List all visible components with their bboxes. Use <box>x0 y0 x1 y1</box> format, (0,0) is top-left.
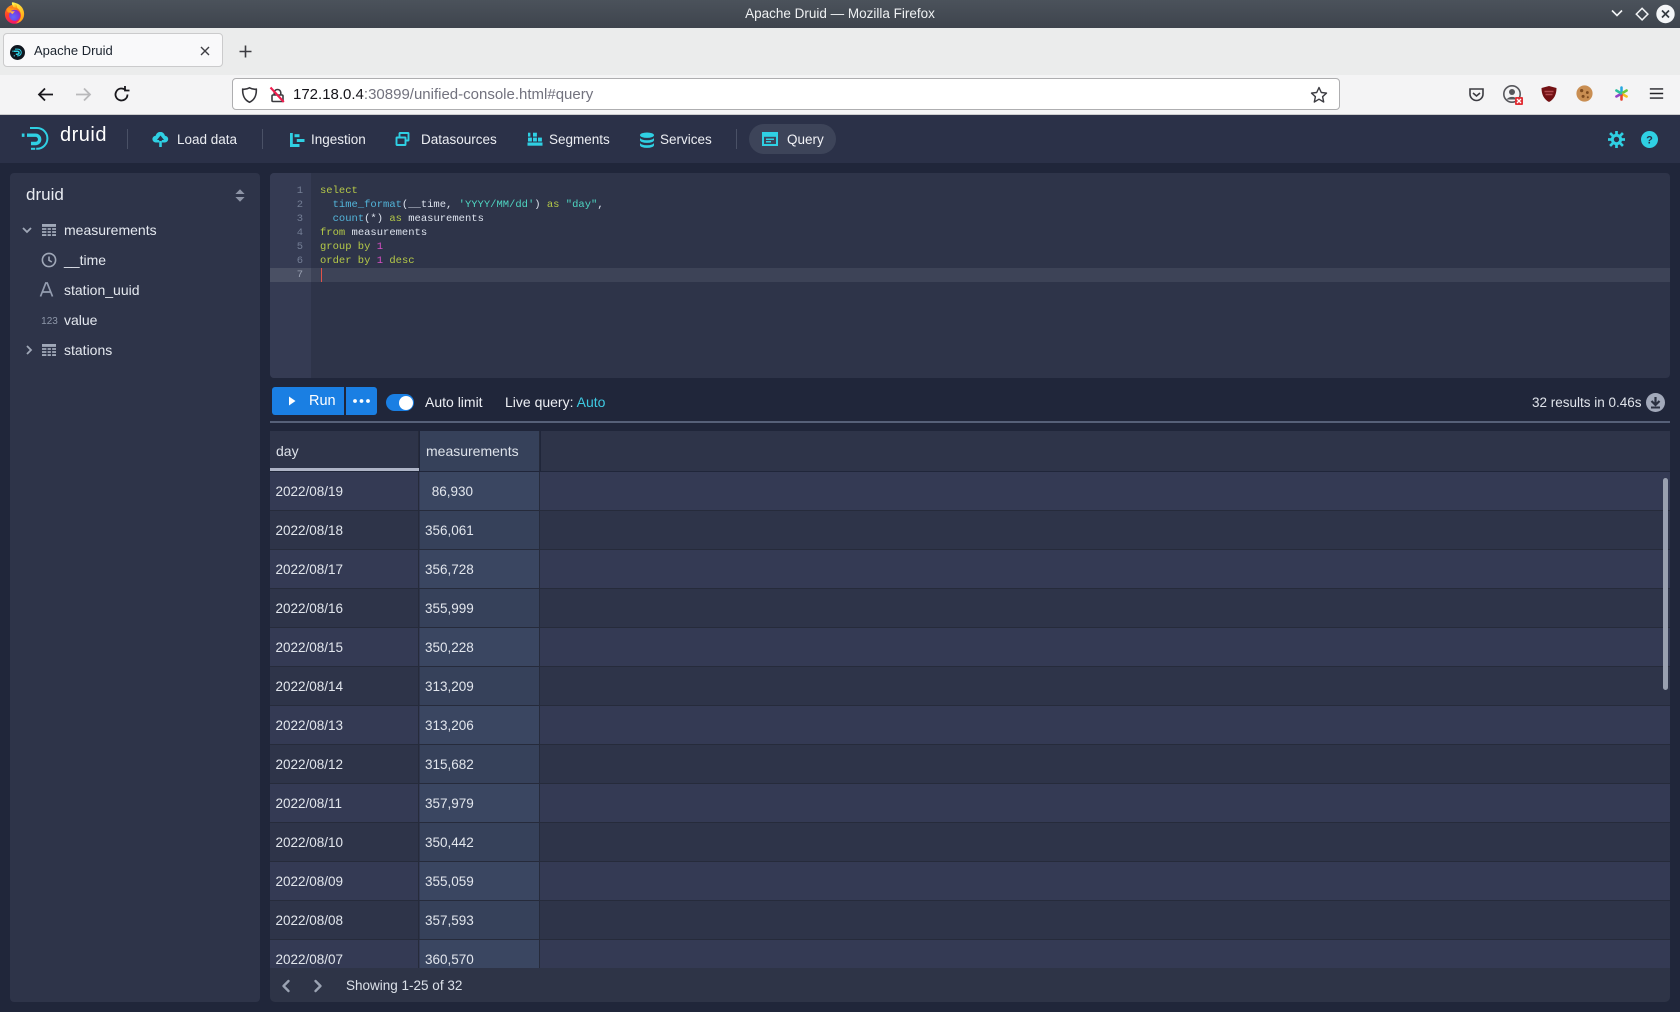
svg-text:?: ? <box>1646 135 1653 147</box>
svg-text:123: 123 <box>41 316 58 327</box>
